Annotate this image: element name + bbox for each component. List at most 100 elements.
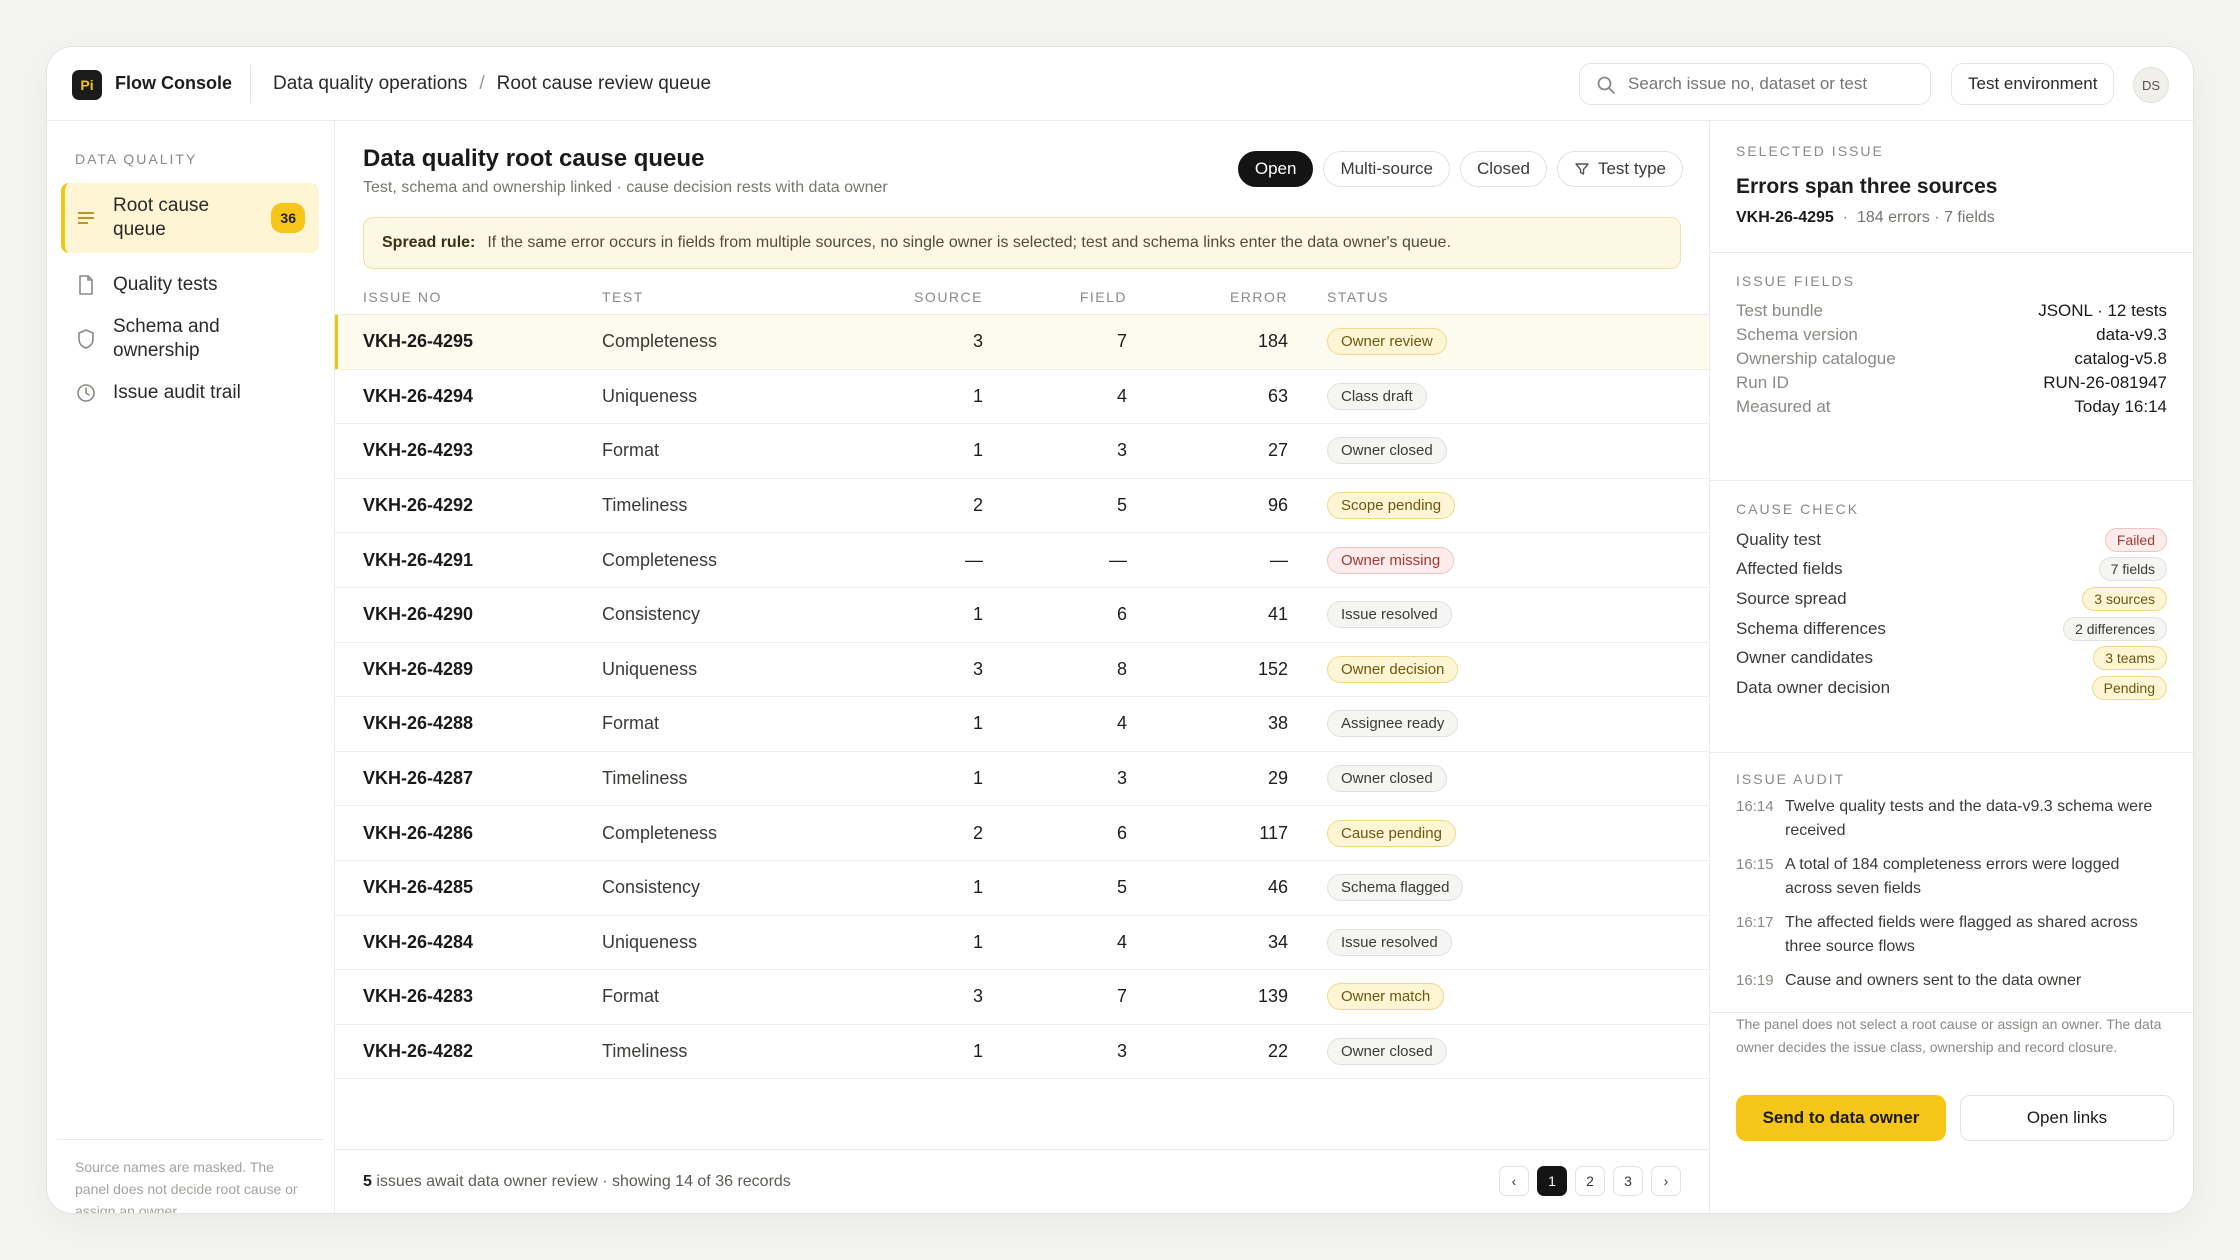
error-cell: 29: [1267, 768, 1288, 789]
table-row[interactable]: VKH-26-4295 Completeness 3 7 184 Owner review: [335, 315, 1709, 370]
spread-rule-label: Spread rule:: [382, 234, 476, 251]
table-row[interactable]: VKH-26-4282 Timeliness 1 3 22 Owner closed: [335, 1025, 1709, 1080]
column-header[interactable]: FIELD: [983, 289, 1127, 305]
cause-check-list: Quality test Failed Affected fields 7 field…: [1736, 525, 2167, 703]
sidebar-item-schema-ownership[interactable]: Schema and ownership: [61, 315, 319, 363]
issue-number-cell: VKH-26-4291: [363, 549, 474, 570]
field-key: Schema version: [1736, 325, 1858, 344]
status-badge: Issue resolved: [1327, 928, 1452, 956]
page-button-1[interactable]: 1: [1537, 1166, 1567, 1196]
test-cell: Timeliness: [602, 768, 688, 789]
footer-text: issues await data owner review · showing…: [376, 1172, 791, 1190]
search-input[interactable]: [1628, 74, 1918, 94]
sidebar-item-quality-tests[interactable]: Quality tests: [61, 261, 319, 309]
sidebar-item-audit-trail[interactable]: Issue audit trail: [61, 369, 319, 417]
audit-text: Twelve quality tests and the data-v9.3 s…: [1784, 798, 2153, 839]
avatar[interactable]: DS: [2133, 67, 2169, 103]
app-logo[interactable]: Pi: [72, 70, 102, 100]
check-key: Schema differences: [1736, 618, 1886, 638]
source-cell: 1: [972, 768, 983, 789]
field-value: JSONL · 12 tests: [2038, 301, 2167, 320]
page-title: Data quality root cause queue: [363, 145, 705, 172]
audit-text: A total of 184 completeness errors were …: [1784, 856, 2120, 897]
status-cell: Owner decision: [1288, 655, 1459, 683]
field-value: RUN-26-081947: [2043, 373, 2167, 392]
filter-label: Test type: [1597, 159, 1666, 178]
status-cell: Owner review: [1288, 328, 1447, 356]
filter-multi-source[interactable]: Multi-source: [1323, 151, 1451, 187]
sidebar-item-label: Schema and ownership: [113, 316, 220, 361]
page-prev-button[interactable]: ‹: [1499, 1166, 1529, 1196]
test-cell: Completeness: [602, 331, 718, 352]
footer-count: 5: [363, 1172, 372, 1190]
open-links-button[interactable]: Open links: [1960, 1095, 2174, 1141]
clock-icon: [77, 384, 95, 402]
table-row[interactable]: VKH-26-4290 Consistency 1 6 41 Issue resolved: [335, 588, 1709, 643]
field-cell: 8: [1116, 658, 1127, 679]
audit-time: 16:17: [1736, 914, 1774, 931]
table-row[interactable]: VKH-26-4291 Completeness — — — Owner missing: [335, 533, 1709, 588]
error-cell: 38: [1267, 713, 1288, 734]
status-cell: Owner closed: [1288, 1038, 1447, 1066]
section-label: ISSUE AUDIT: [1736, 771, 1846, 787]
test-cell: Format: [602, 986, 660, 1007]
cause-check-section: CAUSE CHECK Quality test Failed Affected f…: [1710, 481, 2193, 753]
table-row[interactable]: VKH-26-4285 Consistency 1 5 46 Schema flagged: [335, 861, 1709, 916]
search-box[interactable]: [1579, 63, 1931, 105]
status-badge: Owner closed: [1327, 1038, 1447, 1066]
column-header[interactable]: STATUS: [1288, 289, 1389, 305]
column-header[interactable]: SOURCE: [852, 289, 983, 305]
page-next-button[interactable]: ›: [1651, 1166, 1681, 1196]
filter-test-type[interactable]: Test type: [1556, 151, 1683, 187]
filter-open[interactable]: Open: [1237, 151, 1314, 187]
issue-number-cell: VKH-26-4289: [363, 658, 474, 679]
error-cell: 152: [1257, 658, 1288, 679]
environment-button[interactable]: Test environment: [1951, 63, 2115, 105]
page-button-2[interactable]: 2: [1575, 1166, 1605, 1196]
table-body: VKH-26-4295 Completeness 3 7 184 Owner review…: [335, 315, 1709, 1080]
issue-number-cell: VKH-26-4294: [363, 385, 474, 406]
sidebar-item-root-cause-queue[interactable]: Root cause queue 36: [61, 183, 319, 253]
sidebar-item-label: Issue audit trail: [113, 382, 241, 403]
source-cell: 3: [972, 986, 983, 1007]
table-row[interactable]: VKH-26-4287 Timeliness 1 3 29 Owner closed: [335, 752, 1709, 807]
source-cell: 1: [972, 877, 983, 898]
breadcrumb-parent[interactable]: Data quality operations: [273, 73, 467, 95]
table-footer: 5 issues await data owner review · showi…: [335, 1149, 1709, 1213]
table-row[interactable]: VKH-26-4293 Format 1 3 27 Owner closed: [335, 424, 1709, 479]
column-header[interactable]: TEST: [602, 289, 852, 305]
table-row[interactable]: VKH-26-4294 Uniqueness 1 4 63 Class draft: [335, 370, 1709, 425]
filter-closed[interactable]: Closed: [1460, 151, 1547, 187]
issue-number-cell: VKH-26-4290: [363, 604, 474, 625]
table-row[interactable]: VKH-26-4289 Uniqueness 3 8 152 Owner decision: [335, 643, 1709, 698]
send-to-owner-button[interactable]: Send to data owner: [1736, 1095, 1946, 1141]
issue-number-cell: VKH-26-4293: [363, 440, 474, 461]
check-key: Source spread: [1736, 588, 1847, 608]
field-key: Test bundle: [1736, 301, 1823, 320]
list-icon: [78, 212, 94, 224]
issue-title: Errors span three sources: [1736, 175, 1998, 198]
cause-check-row: Quality test Failed: [1736, 525, 2167, 555]
column-header[interactable]: ERROR: [1127, 289, 1288, 305]
table-row[interactable]: VKH-26-4288 Format 1 4 38 Assignee ready: [335, 697, 1709, 752]
field-cell: 7: [1116, 331, 1127, 352]
check-status-badge: Failed: [2104, 527, 2167, 552]
table-row[interactable]: VKH-26-4283 Format 3 7 139 Owner match: [335, 970, 1709, 1025]
spread-rule-text: If the same error occurs in fields from …: [487, 234, 1451, 251]
field-cell: 6: [1116, 604, 1127, 625]
status-cell: Schema flagged: [1288, 874, 1464, 902]
section-label: ISSUE FIELDS: [1736, 273, 1855, 289]
source-cell: 1: [972, 1041, 983, 1062]
table-row[interactable]: VKH-26-4284 Uniqueness 1 4 34 Issue resolved: [335, 916, 1709, 971]
status-badge: Owner match: [1327, 983, 1445, 1011]
field-value: data-v9.3: [2096, 325, 2167, 344]
main-content: Data quality root cause queue Test, sche…: [335, 121, 1709, 1213]
audit-entry: 16:15 A total of 184 completeness errors …: [1736, 853, 2167, 901]
table-row[interactable]: VKH-26-4286 Completeness 2 6 117 Cause pendin…: [335, 806, 1709, 861]
status-badge: Cause pending: [1327, 819, 1456, 847]
issue-number-cell: VKH-26-4287: [363, 768, 474, 789]
status-badge: Class draft: [1327, 382, 1427, 410]
column-header[interactable]: ISSUE NO: [335, 289, 602, 305]
table-row[interactable]: VKH-26-4292 Timeliness 2 5 96 Scope pending: [335, 479, 1709, 534]
page-button-3[interactable]: 3: [1613, 1166, 1643, 1196]
